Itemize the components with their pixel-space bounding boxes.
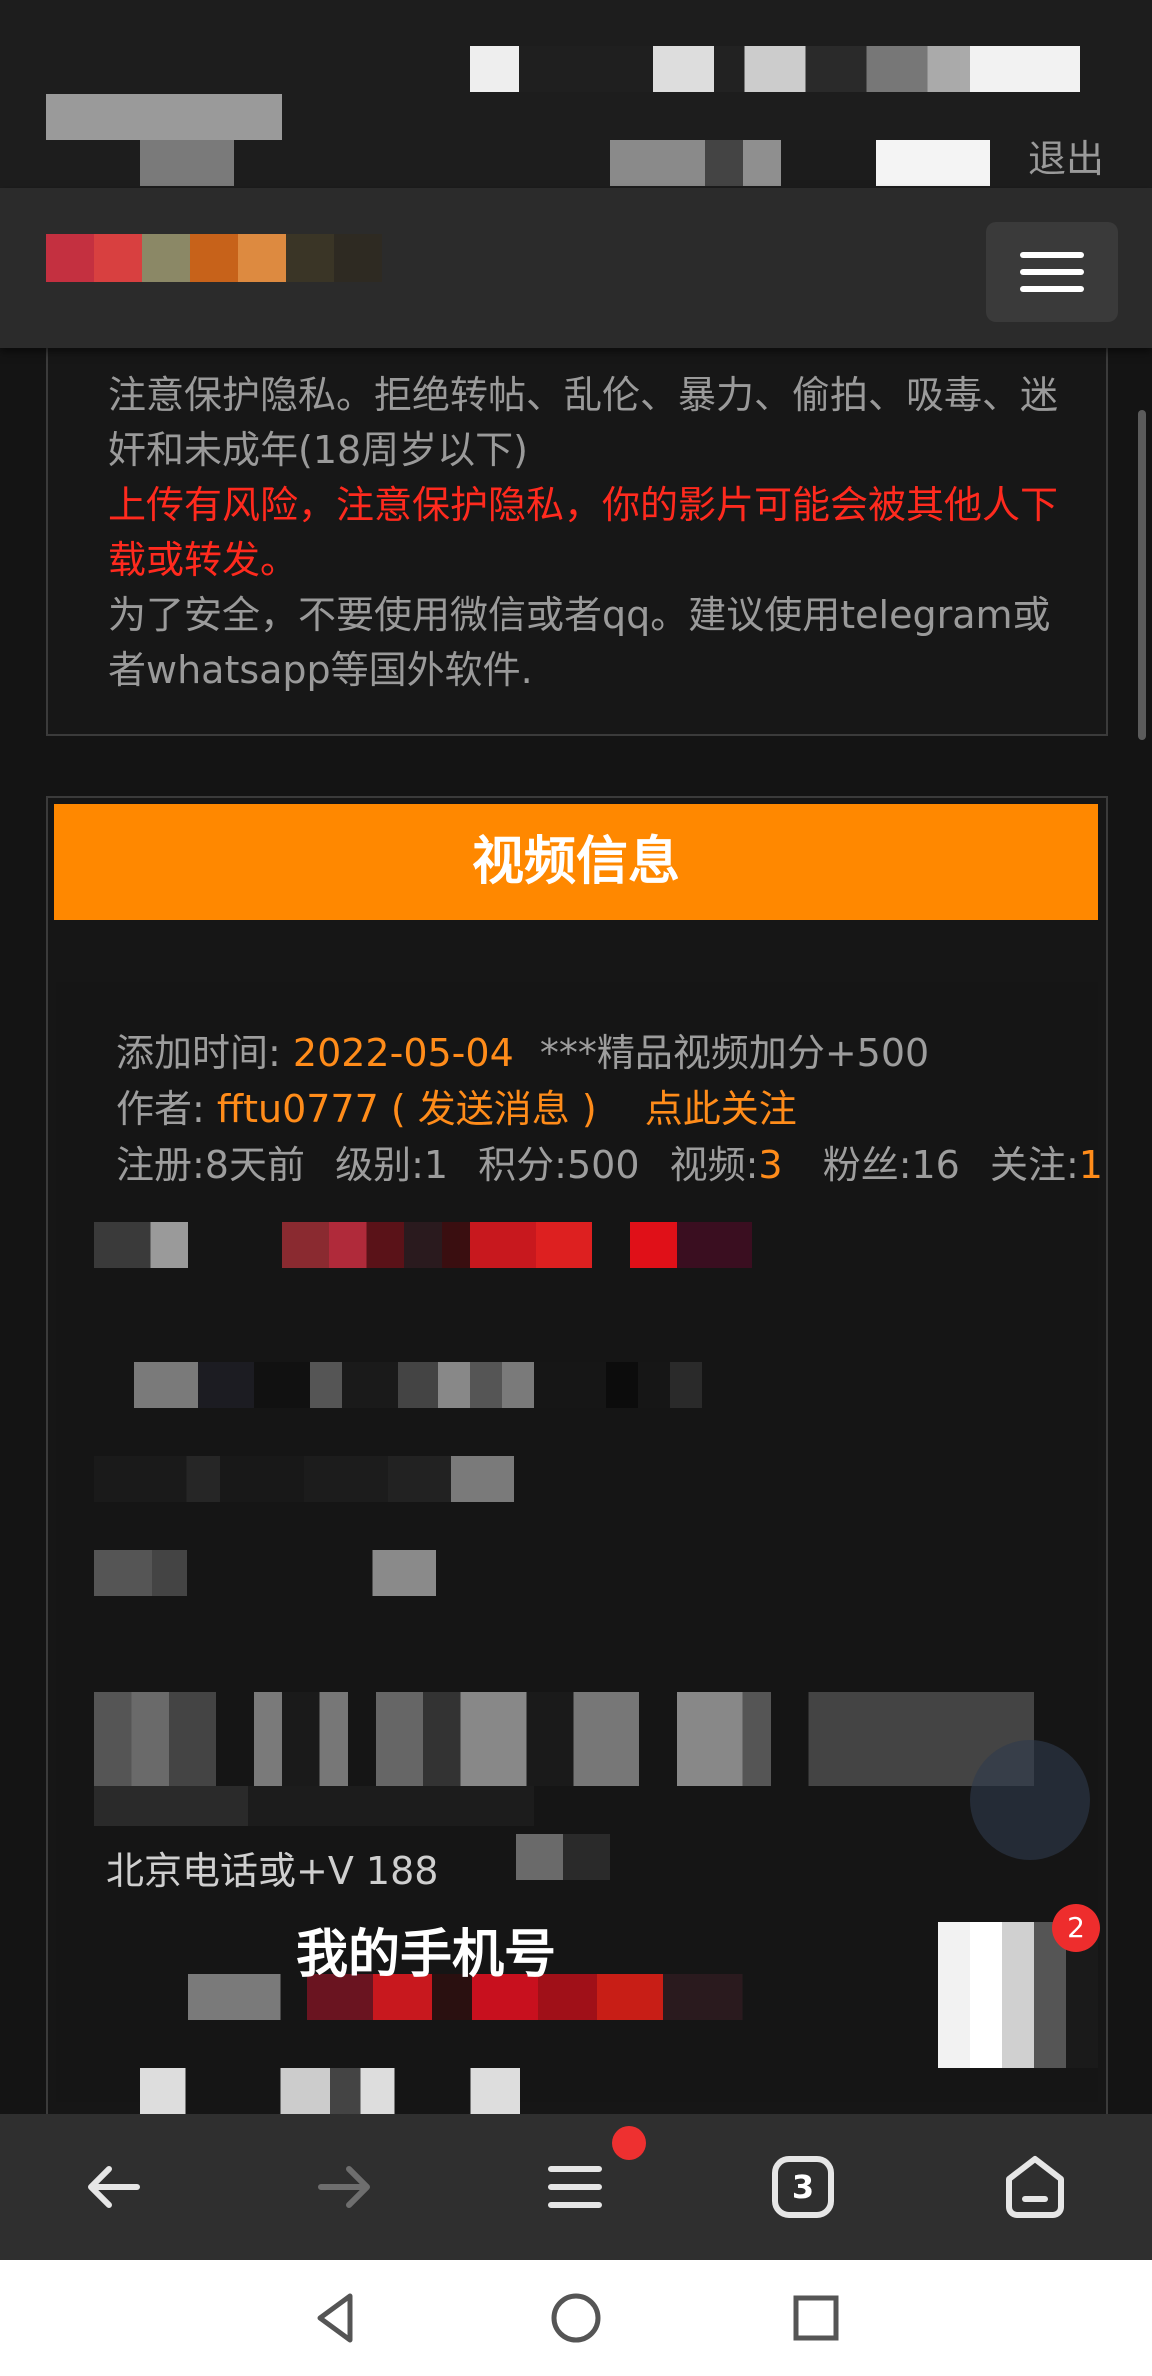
browser-toolbar: 3: [0, 2114, 1152, 2260]
author-row: 作者: fftu0777 ( 发送消息 ) 点此关注: [116, 1078, 797, 1133]
added-time-row: 添加时间: 2022-05-04 ***精品视频加分+500: [116, 1022, 929, 1077]
tab-count: 3: [791, 2168, 815, 2206]
added-label: 添加时间:: [116, 1031, 281, 1075]
follow-link[interactable]: 点此关注: [645, 1087, 797, 1131]
pixelated-text-5: [94, 1692, 1034, 1786]
back-button[interactable]: [40, 2114, 190, 2260]
privacy-notice: 注意保护隐私。拒绝转帖、乱伦、暴力、偷拍、吸毒、迷奸和未成年(18周岁以下): [108, 373, 1059, 472]
menu-notification-dot: [612, 2126, 646, 2160]
blurred-user-info: [470, 46, 1080, 92]
system-recents-button[interactable]: [786, 2288, 846, 2348]
pixelated-text-2: [94, 1362, 894, 1408]
risk-warning: 上传有风险，注意保护隐私，你的影片可能会被其他人下载或转发。: [108, 483, 1059, 582]
back-arrow-icon: [88, 2166, 140, 2208]
home-icon: [1006, 2156, 1064, 2218]
following-label: 关注:: [989, 1143, 1079, 1187]
videos-label: 视频:: [669, 1143, 759, 1187]
menu-button[interactable]: [986, 222, 1118, 322]
blurred-username: [46, 94, 282, 140]
bonus-text: ***精品视频加分+500: [539, 1031, 930, 1075]
circle-home-icon: [551, 2293, 601, 2343]
menu-icon: [548, 2166, 602, 2208]
forward-button[interactable]: [268, 2114, 418, 2260]
author-stats-row: 注册:8天前 级别:1 积分:500 视频:3 粉丝:16 关注:1: [116, 1134, 1103, 1189]
pixelated-text-6: [94, 1786, 534, 1826]
site-logo[interactable]: [46, 234, 382, 282]
my-phone-overlay: 我的手机号: [296, 1925, 557, 1985]
site-navbar: [0, 188, 1152, 348]
blurred-user-links: [610, 140, 990, 186]
top-header: 退出: [0, 0, 1152, 188]
logout-link[interactable]: 退出: [1028, 128, 1104, 183]
notice-panel: 线路 注意保护隐私。拒绝转帖、乱伦、暴力、偷拍、吸毒、迷奸和未成年(18周岁以下…: [46, 279, 1108, 736]
forward-arrow-icon: [318, 2166, 370, 2208]
hamburger-icon-bar: [1020, 286, 1084, 292]
pixelated-phone-tail: [516, 1834, 610, 1880]
home-button[interactable]: [960, 2114, 1110, 2260]
blurred-username-2: [140, 140, 234, 186]
triangle-back-icon: [317, 2293, 353, 2343]
pixelated-text-3: [94, 1456, 514, 1502]
registered-stat: 注册:8天前: [116, 1143, 305, 1187]
floating-action-button[interactable]: [970, 1740, 1090, 1860]
author-link[interactable]: fftu0777 ( 发送消息 ): [217, 1087, 597, 1131]
system-nav-bar: [0, 2260, 1152, 2376]
pixelated-text-7: [140, 2068, 520, 2114]
level-stat: 级别:1: [335, 1143, 449, 1187]
tabs-button[interactable]: 3: [728, 2114, 878, 2260]
hamburger-icon-bar: [1020, 269, 1084, 275]
author-label: 作者:: [116, 1087, 205, 1131]
following-count[interactable]: 1: [1079, 1143, 1103, 1187]
fans-stat: 粉丝:16: [822, 1143, 960, 1187]
system-back-button[interactable]: [306, 2288, 366, 2348]
safety-tip: 为了安全，不要使用微信或者qq。建议使用telegram或者whatsapp等国…: [108, 593, 1051, 692]
page-scrollbar[interactable]: [1138, 410, 1146, 740]
pixelated-text-red: [94, 1222, 1034, 1268]
system-home-button[interactable]: [546, 2288, 606, 2348]
points-stat: 积分:500: [478, 1143, 640, 1187]
square-recents-icon: [793, 2295, 839, 2341]
chat-notification-badge: 2: [1052, 1904, 1100, 1952]
pixelated-text-4: [94, 1550, 674, 1596]
video-info-title: 视频信息: [54, 804, 1098, 920]
videos-count[interactable]: 3: [758, 1143, 782, 1187]
phone-text: 北京电话或+V 188: [106, 1849, 439, 1893]
added-date: 2022-05-04: [292, 1031, 514, 1075]
hamburger-icon-bar: [1020, 252, 1084, 258]
